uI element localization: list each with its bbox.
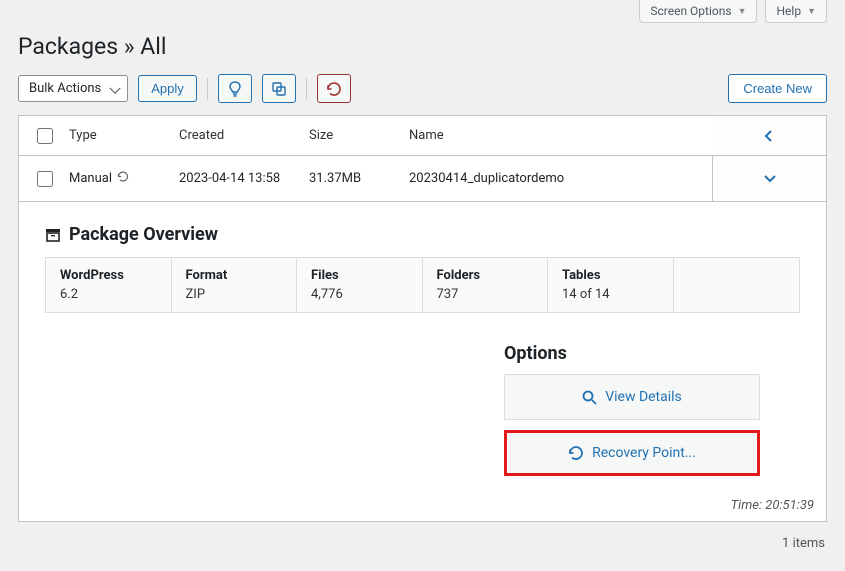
copy-icon bbox=[272, 82, 286, 96]
td-size: 31.37MB bbox=[309, 171, 409, 186]
apply-button[interactable]: Apply bbox=[138, 75, 197, 102]
recovery-icon bbox=[326, 82, 342, 96]
lightbulb-button[interactable] bbox=[218, 74, 252, 103]
table-row: Manual 2023-04-14 13:58 31.37MB 20230414… bbox=[19, 156, 826, 202]
collapse-all-button[interactable] bbox=[712, 116, 826, 155]
templates-button[interactable] bbox=[262, 74, 296, 103]
archive-icon bbox=[45, 227, 61, 243]
row-expand-button[interactable] bbox=[712, 156, 826, 201]
th-name: Name bbox=[409, 128, 712, 143]
recovery-point-button[interactable]: Recovery Point... bbox=[504, 430, 760, 476]
stat-folders: Folders 737 bbox=[423, 258, 549, 312]
caret-down-icon: ▼ bbox=[807, 6, 816, 17]
th-created: Created bbox=[179, 128, 309, 143]
item-count: 1 items bbox=[0, 522, 845, 551]
time-footer: Time: 20:51:39 bbox=[19, 494, 826, 521]
stat-format: Format ZIP bbox=[172, 258, 298, 312]
help-label: Help bbox=[776, 4, 801, 18]
overview-heading-text: Package Overview bbox=[69, 224, 218, 245]
caret-down-icon: ▼ bbox=[738, 6, 747, 17]
lightbulb-icon bbox=[228, 81, 242, 97]
view-details-button[interactable]: View Details bbox=[504, 374, 760, 420]
type-label: Manual bbox=[69, 171, 112, 186]
chevron-left-icon bbox=[764, 129, 774, 143]
stat-empty bbox=[674, 258, 800, 312]
screen-options-button[interactable]: Screen Options ▼ bbox=[639, 0, 757, 23]
options-heading: Options bbox=[504, 343, 760, 364]
help-button[interactable]: Help ▼ bbox=[765, 0, 827, 23]
packages-table: Type Created Size Name Manual 2023-04-14… bbox=[18, 115, 827, 522]
page-title: Packages » All bbox=[18, 33, 845, 60]
recovery-icon bbox=[568, 446, 584, 460]
table-header-row: Type Created Size Name bbox=[19, 116, 826, 156]
create-new-button[interactable]: Create New bbox=[728, 74, 827, 103]
bulk-actions-label: Bulk Actions bbox=[29, 81, 101, 96]
th-size: Size bbox=[309, 128, 409, 143]
recovery-toolbar-button[interactable] bbox=[317, 74, 351, 103]
divider bbox=[306, 78, 307, 100]
row-check-cell bbox=[19, 168, 69, 190]
stat-wordpress: WordPress 6.2 bbox=[46, 258, 172, 312]
overview-stats: WordPress 6.2 Format ZIP Files 4,776 Fol… bbox=[45, 257, 800, 313]
row-checkbox[interactable] bbox=[37, 171, 53, 187]
td-created: 2023-04-14 13:58 bbox=[179, 171, 309, 186]
recovery-point-label: Recovery Point... bbox=[592, 445, 696, 461]
recovery-row-icon bbox=[117, 171, 129, 186]
bulk-actions-select[interactable]: Bulk Actions bbox=[18, 75, 128, 102]
td-name: 20230414_duplicatordemo bbox=[409, 171, 712, 186]
overview-heading: Package Overview bbox=[45, 224, 800, 245]
stat-tables: Tables 14 of 14 bbox=[548, 258, 674, 312]
th-type: Type bbox=[69, 128, 179, 143]
stat-files: Files 4,776 bbox=[297, 258, 423, 312]
select-all-checkbox[interactable] bbox=[37, 128, 53, 144]
chevron-down-icon bbox=[763, 174, 777, 184]
divider bbox=[207, 78, 208, 100]
td-type: Manual bbox=[69, 171, 179, 186]
search-icon bbox=[582, 390, 597, 405]
select-all-cell bbox=[19, 125, 69, 147]
view-details-label: View Details bbox=[605, 389, 682, 405]
screen-options-label: Screen Options bbox=[650, 4, 731, 18]
